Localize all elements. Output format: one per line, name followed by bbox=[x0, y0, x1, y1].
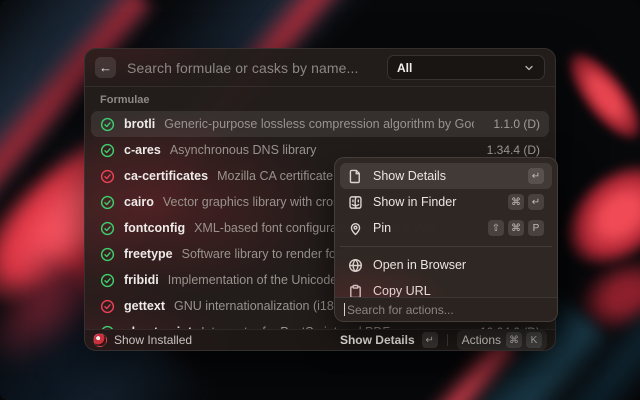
check-circle-icon bbox=[100, 117, 115, 132]
check-circle-icon bbox=[100, 195, 115, 210]
back-button[interactable]: ← bbox=[95, 57, 116, 78]
formula-name: gettext bbox=[124, 299, 165, 313]
check-circle-icon bbox=[100, 169, 115, 184]
text-cursor bbox=[344, 303, 345, 316]
menu-item-label: Copy URL bbox=[373, 284, 544, 298]
key-badge: ↵ bbox=[528, 168, 544, 184]
key-badge: ⌘ bbox=[508, 194, 524, 210]
formula-name: fribidi bbox=[124, 273, 159, 287]
check-circle-icon bbox=[100, 273, 115, 288]
actions-button[interactable]: Actions ⌘K bbox=[457, 330, 547, 350]
formula-name: brotli bbox=[124, 117, 155, 131]
menu-item-label: Show in Finder bbox=[373, 195, 498, 209]
menu-item-label: Show Details bbox=[373, 169, 518, 183]
extension-title: Show Installed bbox=[114, 333, 192, 347]
formula-description: Asynchronous DNS library bbox=[170, 143, 468, 157]
return-key-badge: ↵ bbox=[422, 332, 438, 348]
key-badge: ⌘ bbox=[506, 332, 522, 348]
footer-divider bbox=[447, 334, 448, 346]
check-circle-icon bbox=[100, 221, 115, 236]
shortcut-keys: ⌘↵ bbox=[508, 194, 544, 210]
formula-name: fontconfig bbox=[124, 221, 185, 235]
section-label: Formulae bbox=[85, 87, 555, 111]
action-search-placeholder: Search for actions... bbox=[347, 303, 454, 317]
status-bar: Show Installed Show Details ↵ Actions ⌘K bbox=[85, 329, 555, 350]
key-badge: ⇧ bbox=[488, 220, 504, 236]
action-menu: Show Details↵Show in Finder⌘↵Pin⇧⌘POpen … bbox=[334, 157, 558, 322]
check-circle-icon bbox=[100, 299, 115, 314]
filter-dropdown[interactable]: All bbox=[387, 55, 545, 80]
menu-separator bbox=[340, 246, 552, 247]
search-input[interactable]: Search formulae or casks by name... bbox=[127, 60, 376, 76]
chevron-down-icon bbox=[523, 62, 535, 74]
menu-item-show-details[interactable]: Show Details ↵ bbox=[340, 163, 552, 189]
action-search-field[interactable]: Search for actions... bbox=[335, 297, 557, 321]
shortcut-keys: ↵ bbox=[528, 168, 544, 184]
actions-label: Actions bbox=[462, 333, 501, 347]
wallpaper-shape bbox=[547, 227, 640, 364]
brew-extension-icon bbox=[93, 333, 107, 347]
wallpaper-shape bbox=[544, 29, 640, 163]
menu-item-label: Open in Browser bbox=[373, 258, 544, 272]
desktop: ← Search formulae or casks by name... Al… bbox=[0, 0, 640, 400]
formula-name: cairo bbox=[124, 195, 154, 209]
formula-name: c-ares bbox=[124, 143, 161, 157]
globe-icon bbox=[348, 258, 363, 273]
key-badge: P bbox=[528, 220, 544, 236]
menu-item-open-in-browser[interactable]: Open in Browser bbox=[340, 252, 552, 278]
check-circle-icon bbox=[100, 143, 115, 158]
key-badge: ⌘ bbox=[508, 220, 524, 236]
key-badge: ↵ bbox=[528, 194, 544, 210]
shortcut-keys: ⇧⌘P bbox=[488, 220, 544, 236]
primary-action-label[interactable]: Show Details bbox=[340, 333, 415, 347]
formula-description: Generic-purpose lossless compression alg… bbox=[164, 117, 474, 131]
check-circle-icon bbox=[100, 247, 115, 262]
menu-item-show-in-finder[interactable]: Show in Finder ⌘↵ bbox=[340, 189, 552, 215]
list-item[interactable]: brotli Generic-purpose lossless compressi… bbox=[91, 111, 549, 137]
filter-value: All bbox=[397, 61, 523, 75]
formula-name: freetype bbox=[124, 247, 173, 261]
document-icon bbox=[348, 169, 363, 184]
menu-item-pin[interactable]: Pin ⇧⌘P bbox=[340, 215, 552, 241]
pin-icon bbox=[348, 221, 363, 236]
menu-item-label: Pin bbox=[373, 221, 478, 235]
formula-version: 1.1.0 (D) bbox=[493, 117, 540, 131]
key-badge: K bbox=[526, 332, 542, 348]
formula-name: ca-certificates bbox=[124, 169, 208, 183]
search-bar: ← Search formulae or casks by name... Al… bbox=[85, 49, 555, 87]
finder-icon bbox=[348, 195, 363, 210]
formula-version: 1.34.4 (D) bbox=[487, 143, 540, 157]
